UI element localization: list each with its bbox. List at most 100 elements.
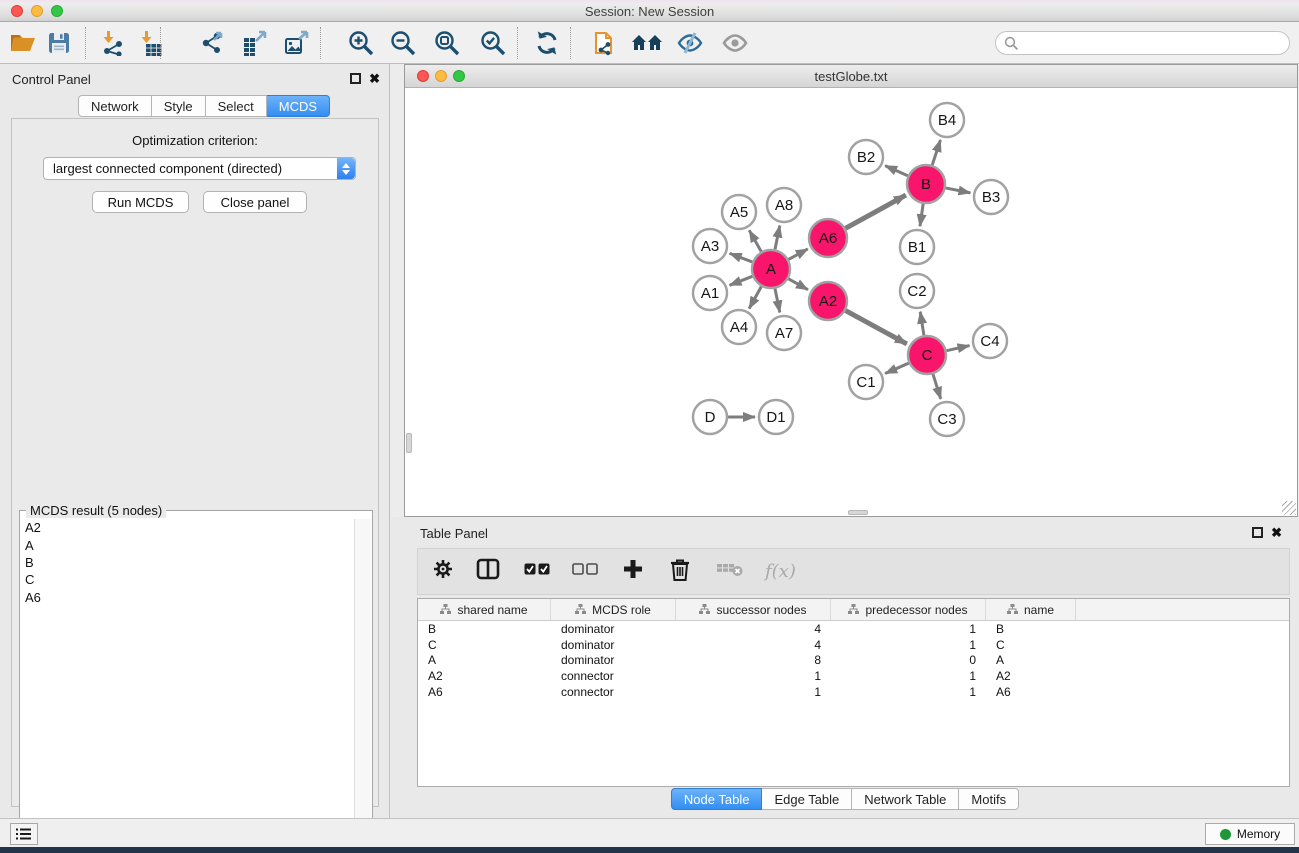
- node-B4[interactable]: B4: [930, 103, 964, 137]
- edge-A2-C[interactable]: [846, 311, 907, 344]
- node-C3[interactable]: C3: [930, 402, 964, 436]
- network-window-titlebar[interactable]: testGlobe.txt: [405, 65, 1297, 88]
- export-table-button[interactable]: [238, 27, 272, 59]
- node-A[interactable]: A: [752, 250, 790, 288]
- zoom-selected-button[interactable]: [476, 27, 510, 59]
- network-horizontal-scrollbar[interactable]: [848, 510, 868, 515]
- edge-A-A7[interactable]: [775, 289, 780, 313]
- edge-B-B2[interactable]: [885, 166, 908, 176]
- import-network-button[interactable]: [96, 27, 130, 59]
- deselect-all-button[interactable]: [572, 563, 598, 581]
- close-table-panel-icon[interactable]: ✖: [1271, 527, 1282, 538]
- clone-network-button[interactable]: [588, 27, 622, 59]
- edge-A-A5[interactable]: [749, 230, 761, 251]
- column-header-name[interactable]: name: [986, 599, 1076, 620]
- import-table-button[interactable]: [134, 27, 168, 59]
- node-C1[interactable]: C1: [849, 365, 883, 399]
- node-A6[interactable]: A6: [809, 219, 847, 257]
- node-D[interactable]: D: [693, 400, 727, 434]
- save-session-button[interactable]: [42, 27, 76, 59]
- node-A3[interactable]: A3: [693, 229, 727, 263]
- node-B3[interactable]: B3: [974, 180, 1008, 214]
- tab-network-table[interactable]: Network Table: [852, 788, 959, 810]
- float-table-panel-icon[interactable]: [1252, 527, 1263, 538]
- node-A8[interactable]: A8: [767, 188, 801, 222]
- run-mcds-button[interactable]: Run MCDS: [92, 191, 189, 213]
- add-column-button[interactable]: [622, 558, 644, 585]
- mcds-result-item[interactable]: A2: [21, 519, 355, 536]
- edge-A-A4[interactable]: [749, 287, 761, 309]
- edge-C-C3[interactable]: [933, 374, 941, 399]
- edge-B-B4[interactable]: [932, 140, 940, 165]
- table-row[interactable]: A6connector11A6: [418, 684, 1289, 700]
- node-A2[interactable]: A2: [809, 282, 847, 320]
- open-file-button[interactable]: [6, 27, 40, 59]
- zoom-out-button[interactable]: [386, 27, 420, 59]
- delete-table-button[interactable]: [716, 561, 743, 582]
- tab-network[interactable]: Network: [78, 95, 152, 117]
- home-view-button[interactable]: [630, 27, 664, 59]
- table-row[interactable]: A2connector11A2: [418, 668, 1289, 684]
- node-table[interactable]: shared nameMCDS rolesuccessor nodesprede…: [417, 598, 1290, 787]
- edge-C-C2[interactable]: [920, 312, 924, 335]
- edge-A6-B[interactable]: [846, 195, 906, 228]
- show-all-button[interactable]: [718, 27, 752, 59]
- node-A4[interactable]: A4: [722, 310, 756, 344]
- table-row[interactable]: Bdominator41B: [418, 621, 1289, 637]
- node-B2[interactable]: B2: [849, 140, 883, 174]
- delete-column-button[interactable]: [670, 558, 690, 586]
- network-graph-canvas[interactable]: B4 B2 B B3 A5 A8A6 A3 B1 A C2 A1 A2 A4 A7 C4 C C1 D D1 C3: [405, 88, 1297, 516]
- edge-A-A8[interactable]: [775, 226, 780, 250]
- float-panel-icon[interactable]: [350, 73, 361, 84]
- close-panel-button[interactable]: Close panel: [203, 191, 307, 213]
- node-C2[interactable]: C2: [900, 274, 934, 308]
- select-all-button[interactable]: [524, 563, 550, 581]
- close-panel-icon[interactable]: ✖: [369, 73, 380, 84]
- mcds-result-scrollbar[interactable]: [354, 519, 371, 852]
- mcds-result-item[interactable]: A6: [21, 589, 355, 606]
- mcds-result-list[interactable]: A2ABCA6: [21, 519, 355, 852]
- window-resize-grip[interactable]: [1282, 501, 1296, 515]
- edge-C-C1[interactable]: [885, 363, 909, 373]
- tab-style[interactable]: Style: [152, 95, 206, 117]
- tab-edge-table[interactable]: Edge Table: [762, 788, 852, 810]
- task-history-button[interactable]: [10, 823, 38, 845]
- tab-node-table[interactable]: Node Table: [671, 788, 763, 810]
- node-A7[interactable]: A7: [767, 316, 801, 350]
- criterion-dropdown[interactable]: largest connected component (directed): [43, 157, 356, 180]
- table-settings-button[interactable]: [432, 558, 454, 585]
- node-D1[interactable]: D1: [759, 400, 793, 434]
- tab-select[interactable]: Select: [206, 95, 267, 117]
- node-A5[interactable]: A5: [722, 195, 756, 229]
- search-field[interactable]: [995, 31, 1290, 55]
- node-C4[interactable]: C4: [973, 324, 1007, 358]
- node-A1[interactable]: A1: [693, 276, 727, 310]
- node-B1[interactable]: B1: [900, 230, 934, 264]
- edge-A-A3[interactable]: [730, 253, 753, 262]
- memory-button[interactable]: Memory: [1205, 823, 1295, 845]
- column-layout-button[interactable]: [476, 558, 500, 585]
- edge-A-A6[interactable]: [789, 249, 808, 259]
- hide-selected-button[interactable]: [673, 27, 707, 59]
- node-B[interactable]: B: [907, 165, 945, 203]
- edge-A-A2[interactable]: [788, 279, 808, 290]
- zoom-in-button[interactable]: [344, 27, 378, 59]
- table-row[interactable]: Cdominator41C: [418, 637, 1289, 653]
- node-C[interactable]: C: [908, 336, 946, 374]
- mcds-result-item[interactable]: A: [21, 536, 355, 553]
- edge-A-A1[interactable]: [730, 276, 753, 285]
- column-header-predecessor-nodes[interactable]: predecessor nodes: [831, 599, 986, 620]
- refresh-button[interactable]: [530, 27, 564, 59]
- function-builder-button[interactable]: f(x): [765, 561, 796, 582]
- export-network-button[interactable]: [196, 27, 230, 59]
- edge-C-C4[interactable]: [947, 346, 970, 351]
- column-header-successor-nodes[interactable]: successor nodes: [676, 599, 831, 620]
- tab-mcds[interactable]: MCDS: [267, 95, 330, 117]
- mcds-result-item[interactable]: B: [21, 554, 355, 571]
- export-image-button[interactable]: [280, 27, 314, 59]
- table-row[interactable]: Adominator80A: [418, 653, 1289, 669]
- tab-motifs[interactable]: Motifs: [959, 788, 1019, 810]
- edge-B-B3[interactable]: [946, 188, 971, 193]
- zoom-fit-button[interactable]: [430, 27, 464, 59]
- column-header-MCDS-role[interactable]: MCDS role: [551, 599, 676, 620]
